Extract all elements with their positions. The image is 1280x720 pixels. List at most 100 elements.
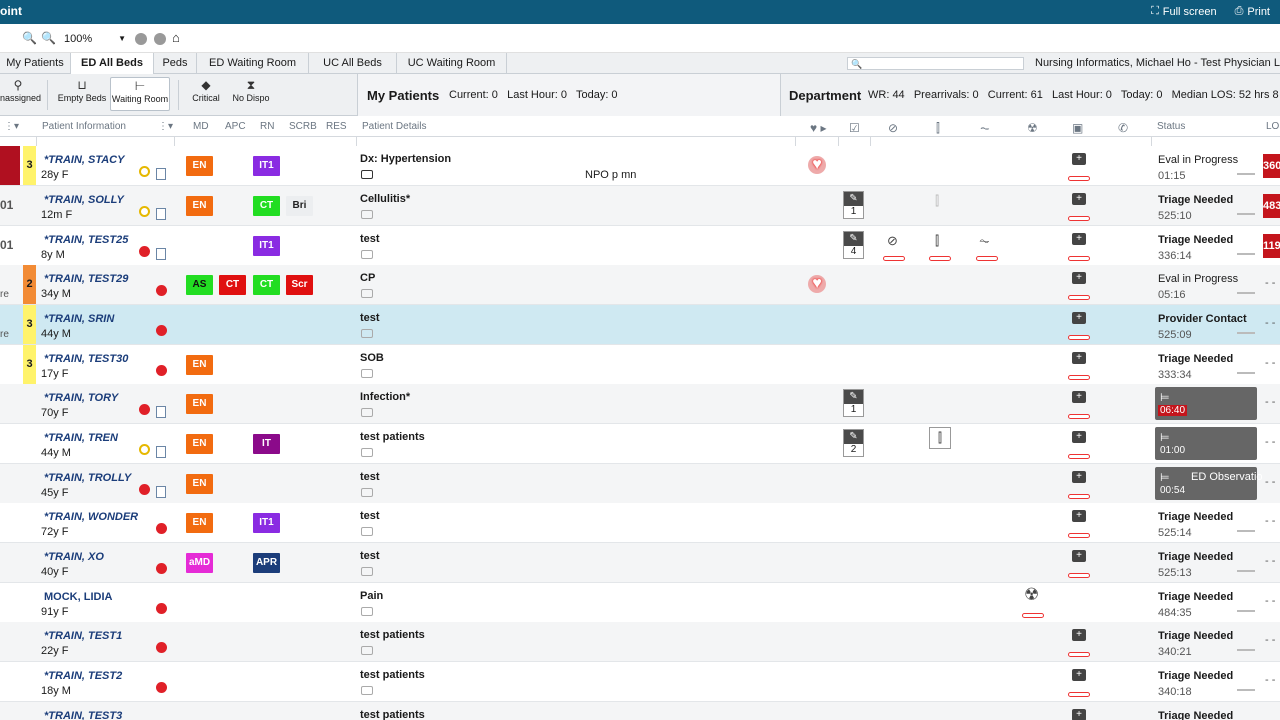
ekg-icon[interactable]: ⏦ [979, 233, 990, 249]
heart-icon[interactable]: ♥ [808, 156, 826, 174]
document-icon[interactable] [156, 168, 166, 180]
patient-name[interactable]: *TRAIN, TORY [44, 392, 118, 404]
circle-icon[interactable] [154, 33, 166, 45]
rn-badge[interactable]: CT [253, 275, 280, 295]
medkit-icon[interactable]: ▣ [1072, 121, 1083, 135]
table-row[interactable]: 3 *TRAIN, STACY 28y F EN IT1 Dx: Hyperte… [0, 146, 1280, 186]
patient-name[interactable]: *TRAIN, TEST29 [44, 273, 128, 285]
bed-status-box[interactable]: ⊨ 06:40 [1155, 387, 1257, 420]
col-res[interactable]: RES [326, 121, 347, 132]
table-row[interactable]: *TRAIN, TREN 44y M EN IT test patients ✎… [0, 424, 1280, 464]
patient-name[interactable]: *TRAIN, TREN [44, 432, 118, 444]
comment-icon[interactable] [361, 289, 373, 298]
tab-peds[interactable]: Peds [154, 53, 197, 74]
medkit-icon[interactable]: + [1072, 629, 1086, 641]
patient-name[interactable]: *TRAIN, XO [44, 551, 104, 563]
print-button[interactable]: ⎙ Print [1235, 5, 1270, 18]
col-los[interactable]: LOS [1266, 121, 1280, 132]
document-icon[interactable] [156, 208, 166, 220]
table-row[interactable]: re 3 *TRAIN, SRIN 44y M test + Provider … [0, 305, 1280, 345]
comment-icon[interactable] [361, 408, 373, 417]
table-row[interactable]: *TRAIN, TEST1 22y F test patients + Tria… [0, 622, 1280, 662]
zoom-select[interactable]: 100% ▼ [64, 30, 126, 47]
bed-status-box[interactable]: ⊨ ED Observatio 00:54 [1155, 467, 1263, 500]
patient-name[interactable]: *TRAIN, TEST3 [44, 710, 122, 720]
md-badge[interactable]: EN [186, 513, 213, 533]
table-row[interactable]: 01 *TRAIN, TEST25 8y M IT1 test ✎ 4 ⊘ ⫿ ⏦… [0, 226, 1280, 266]
orders-button[interactable]: ✎ 2 [843, 429, 864, 457]
patient-name[interactable]: MOCK, LIDIA [44, 591, 112, 603]
patient-name[interactable]: *TRAIN, TEST1 [44, 630, 122, 642]
comment-icon[interactable] [361, 607, 373, 616]
pill-icon[interactable]: ⊘ [888, 121, 898, 135]
col-patient-details[interactable]: Patient Details [362, 121, 426, 132]
zoom-out-icon[interactable]: 🔍 [22, 31, 37, 45]
patient-name[interactable]: *TRAIN, STACY [44, 154, 124, 166]
patient-name[interactable]: *TRAIN, SOLLY [44, 194, 124, 206]
patient-name[interactable]: *TRAIN, TROLLY [44, 472, 131, 484]
medkit-icon[interactable]: + [1072, 233, 1086, 245]
patient-name[interactable]: *TRAIN, WONDER [44, 511, 138, 523]
comment-icon[interactable] [361, 329, 373, 338]
tab-uc-all-beds[interactable]: UC All Beds [309, 53, 397, 74]
col-apc[interactable]: APC [225, 121, 246, 132]
medkit-icon[interactable]: + [1072, 352, 1086, 364]
patient-name[interactable]: *TRAIN, TEST25 [44, 234, 128, 246]
empty-beds-filter[interactable]: ⊔ Empty Beds [57, 77, 107, 111]
table-row[interactable]: 01 *TRAIN, SOLLY 12m F EN CT Bri Celluli… [0, 186, 1280, 226]
waiting-room-filter[interactable]: ⊢ Waiting Room [110, 77, 170, 111]
table-row[interactable]: *TRAIN, TEST2 18y M test patients + Tria… [0, 662, 1280, 702]
radiology-icon[interactable]: ☢ [1024, 585, 1039, 605]
medkit-icon[interactable]: + [1072, 669, 1086, 681]
heart-icon[interactable]: ♥ [808, 275, 826, 293]
comment-icon[interactable] [361, 170, 373, 179]
home-icon[interactable]: ⌂ [172, 30, 180, 45]
medkit-icon[interactable]: + [1072, 550, 1086, 562]
col-status[interactable]: Status [1157, 121, 1185, 132]
medkit-icon[interactable]: + [1072, 153, 1086, 165]
col-patient-info[interactable]: Patient Information [42, 121, 126, 132]
scrb-badge[interactable]: Bri [286, 196, 313, 216]
test-tube-icon[interactable]: ⫿ [936, 121, 940, 136]
patient-name[interactable]: *TRAIN, TEST2 [44, 670, 122, 682]
tab-my-patients[interactable]: My Patients [0, 53, 71, 74]
tab-ed-waiting-room[interactable]: ED Waiting Room [197, 53, 309, 74]
apc-badge[interactable]: CT [219, 275, 246, 295]
md-badge[interactable]: EN [186, 355, 213, 375]
medkit-icon[interactable]: + [1072, 709, 1086, 720]
test-tube-icon[interactable]: ⫿ [935, 233, 939, 249]
phone-icon[interactable]: ✆ [1118, 121, 1128, 135]
document-icon[interactable] [156, 486, 166, 498]
comment-icon[interactable] [361, 527, 373, 536]
md-badge[interactable]: EN [186, 196, 213, 216]
unassigned-filter[interactable]: ⚲ nassigned [0, 77, 41, 111]
orders-button[interactable]: ✎ 4 [843, 231, 864, 259]
md-badge[interactable]: EN [186, 434, 213, 454]
md-badge[interactable]: EN [186, 474, 213, 494]
patient-name[interactable]: *TRAIN, TEST30 [44, 353, 128, 365]
patient-name[interactable]: *TRAIN, SRIN [44, 313, 114, 325]
rn-badge[interactable]: IT1 [253, 513, 280, 533]
document-icon[interactable] [156, 446, 166, 458]
medkit-icon[interactable]: + [1072, 391, 1086, 403]
bed-status-box[interactable]: ⊨ 01:00 [1155, 427, 1257, 460]
table-row[interactable]: 3 *TRAIN, TEST30 17y F EN SOB + Triage N… [0, 345, 1280, 385]
col-rn[interactable]: RN [260, 121, 274, 132]
fullscreen-button[interactable]: ⛶ Full screen [1151, 5, 1217, 18]
medkit-icon[interactable]: + [1072, 471, 1086, 483]
medkit-icon[interactable]: + [1072, 431, 1086, 443]
test-tube-icon[interactable]: ⫿ [935, 193, 939, 209]
col-md[interactable]: MD [193, 121, 209, 132]
heart-icon[interactable]: ♥ ▸ [810, 121, 826, 135]
medkit-icon[interactable]: + [1072, 193, 1086, 205]
rn-badge[interactable]: CT [253, 196, 280, 216]
md-badge[interactable]: EN [186, 156, 213, 176]
search-input[interactable]: 🔍 [847, 57, 1024, 70]
checklist-icon[interactable]: ☑ [849, 121, 860, 135]
document-icon[interactable] [156, 406, 166, 418]
rn-badge[interactable]: IT1 [253, 156, 280, 176]
tab-uc-waiting-room[interactable]: UC Waiting Room [397, 53, 507, 74]
sort-icon[interactable]: ⋮▾ [158, 121, 173, 132]
circle-icon[interactable] [135, 33, 147, 45]
orders-button[interactable]: ✎ 1 [843, 191, 864, 219]
